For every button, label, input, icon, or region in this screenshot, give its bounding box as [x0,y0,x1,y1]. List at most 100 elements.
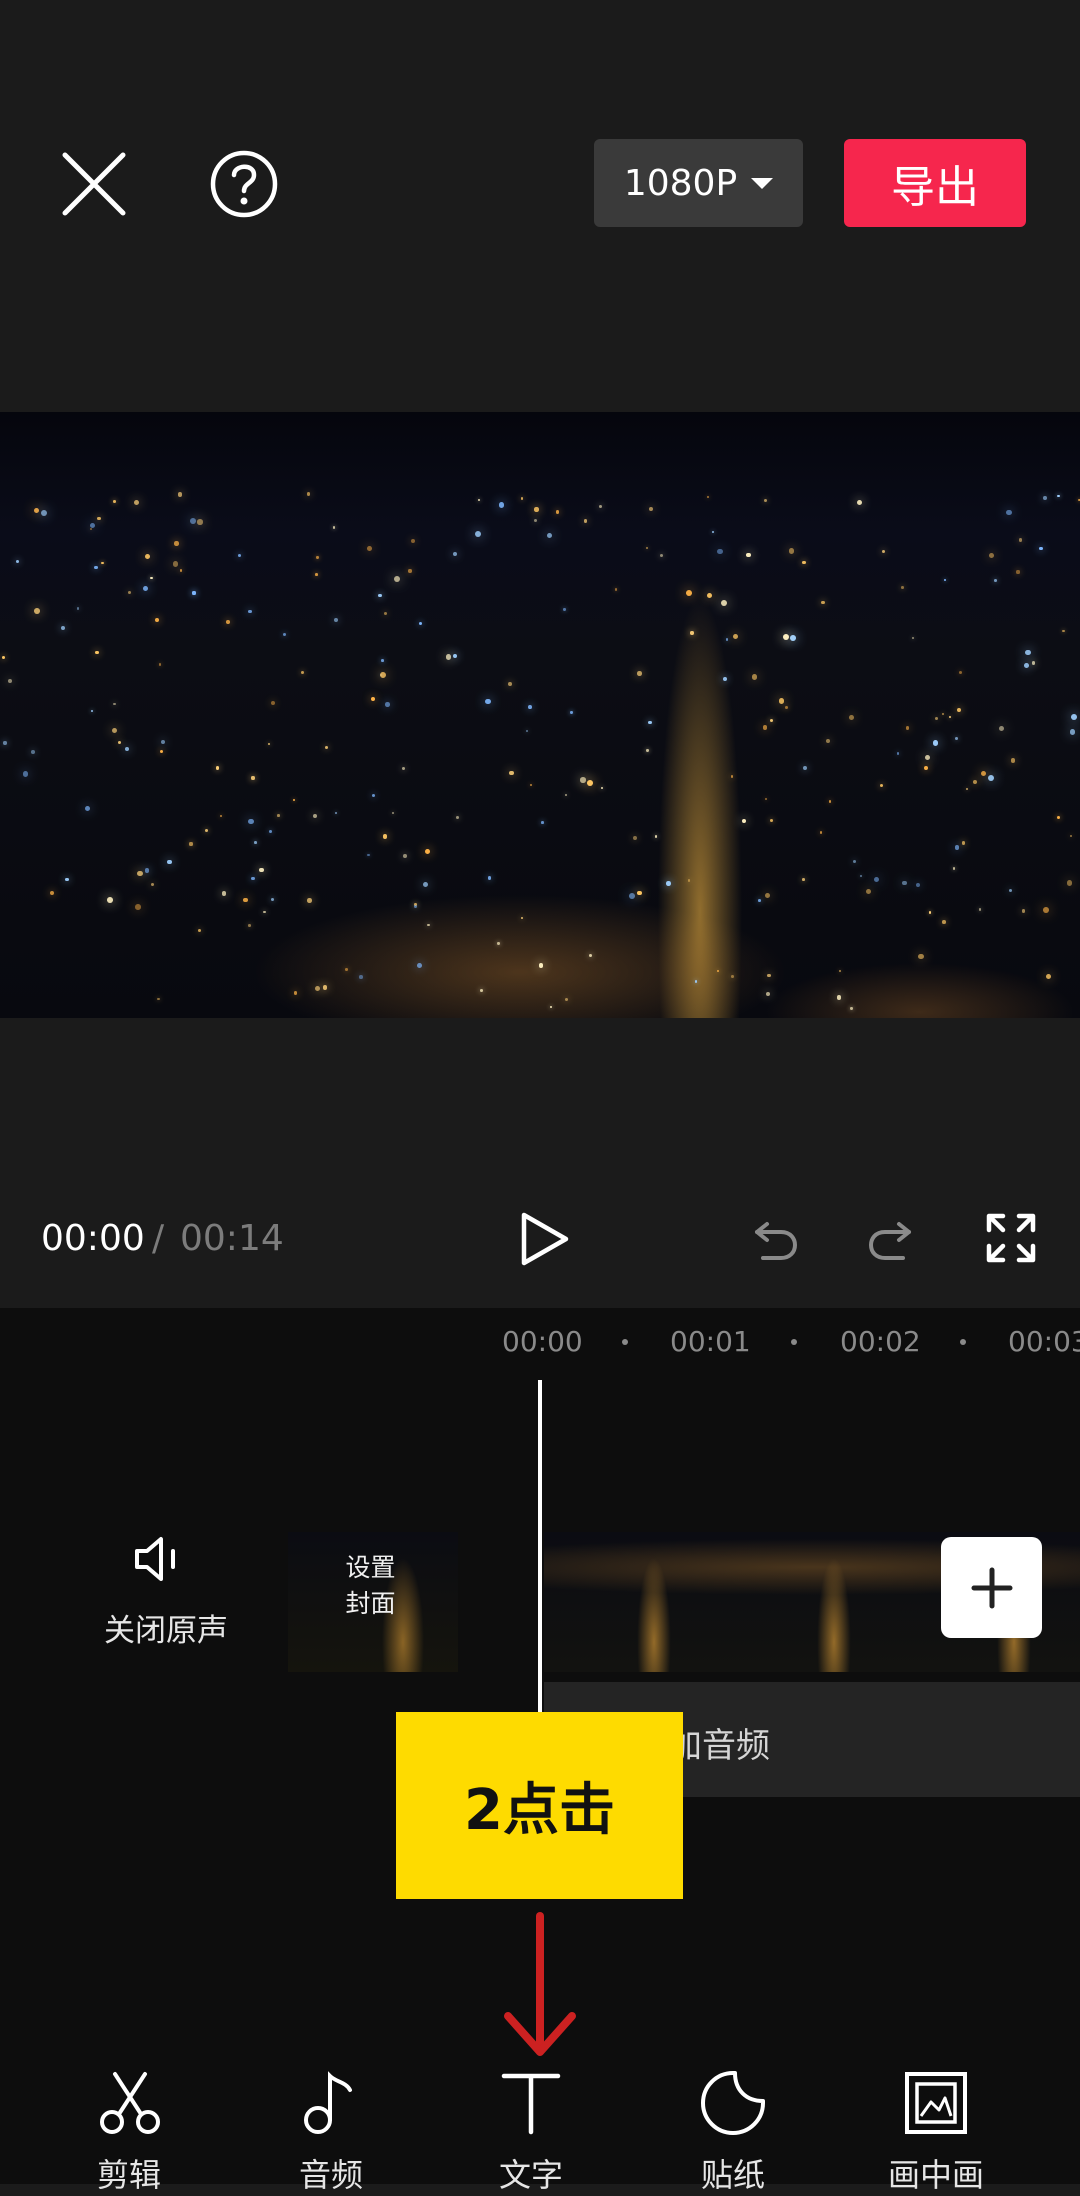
timeline-dot [960,1339,966,1345]
city-light [479,988,483,992]
city-light [384,611,388,615]
city-light [654,835,658,838]
city-light [959,671,963,675]
video-preview[interactable] [0,412,1080,1018]
city-light [367,854,370,857]
city-light [508,681,512,686]
city-light [277,814,280,817]
set-cover-line1: 设置 [345,1553,396,1582]
city-light [600,786,604,790]
city-light [1039,546,1044,551]
city-light [150,882,155,887]
city-light [570,711,573,714]
city-light [988,552,994,558]
mute-original-audio-label[interactable]: 关闭原声 [96,1605,236,1650]
city-light [76,607,80,610]
city-light [764,798,767,801]
city-light [836,995,842,1000]
city-light [219,814,223,817]
close-icon[interactable] [55,145,133,223]
city-light [248,609,253,614]
city-light [987,775,994,782]
play-icon[interactable] [514,1210,572,1268]
city-light [95,650,100,655]
city-light [263,910,266,914]
city-light [33,507,40,514]
fullscreen-icon[interactable] [985,1212,1037,1264]
city-light [757,899,761,902]
city-light [379,672,386,679]
city-light [292,799,295,802]
timeline-dot [791,1339,797,1345]
city-light [1062,629,1065,632]
toolbar-label: 画中画 [887,2156,984,2194]
city-light [124,746,130,752]
city-light [790,635,796,641]
city-light [174,541,179,546]
city-light [766,973,771,978]
city-light [204,829,208,833]
city-light [15,559,20,563]
timeline-dot [622,1339,628,1345]
scissors-icon [100,2072,160,2134]
city-light [918,954,924,960]
city-light [949,715,952,718]
city-light [422,882,428,888]
city-light [849,714,854,720]
add-clip-button[interactable] [941,1537,1042,1638]
city-light [142,586,148,592]
city-light [345,968,349,971]
city-light [268,829,272,833]
city-light [633,835,638,840]
city-light [403,854,407,858]
time-separator: / [152,1218,165,1259]
city-light [315,986,321,992]
set-cover-label[interactable]: 设置 封面 [288,1550,453,1622]
city-light [177,492,183,497]
city-light [40,510,47,517]
city-light [856,500,862,506]
city-light [166,859,172,865]
resolution-selector[interactable]: 1080P [594,139,803,227]
city-light [533,519,537,523]
city-light [189,842,193,846]
city-light [905,726,910,731]
city-light [7,679,12,684]
city-light [367,546,372,552]
city-light [981,771,987,777]
city-light [253,841,257,845]
redo-icon[interactable] [865,1212,917,1264]
toolbar-label: 文字 [498,2156,563,2194]
city-light [497,942,500,945]
city-light [741,818,747,824]
city-light [455,815,459,819]
city-light [648,720,652,725]
city-light [1024,663,1030,669]
city-light [763,498,767,502]
export-button[interactable]: 导出 [844,139,1026,227]
add-audio-label: 加音频 [668,1726,770,1766]
city-light [282,633,286,637]
sticker-icon [701,2071,765,2135]
city-light [665,881,671,886]
city-light [402,767,406,771]
city-light [541,820,544,824]
city-light [452,551,457,557]
speaker-icon[interactable] [133,1535,189,1583]
city-light [1069,834,1073,838]
city-light [994,579,998,582]
city-light [598,504,603,508]
undo-icon[interactable] [749,1212,801,1264]
city-light [417,963,422,968]
city-light [527,705,532,710]
city-light [646,546,649,550]
city-light [427,923,430,927]
help-icon[interactable] [205,145,283,223]
playhead[interactable] [538,1380,542,1720]
city-light [33,608,40,614]
city-light [648,506,654,511]
city-light [22,771,28,777]
city-light [452,653,458,659]
city-light [419,621,423,626]
city-light [873,876,880,883]
